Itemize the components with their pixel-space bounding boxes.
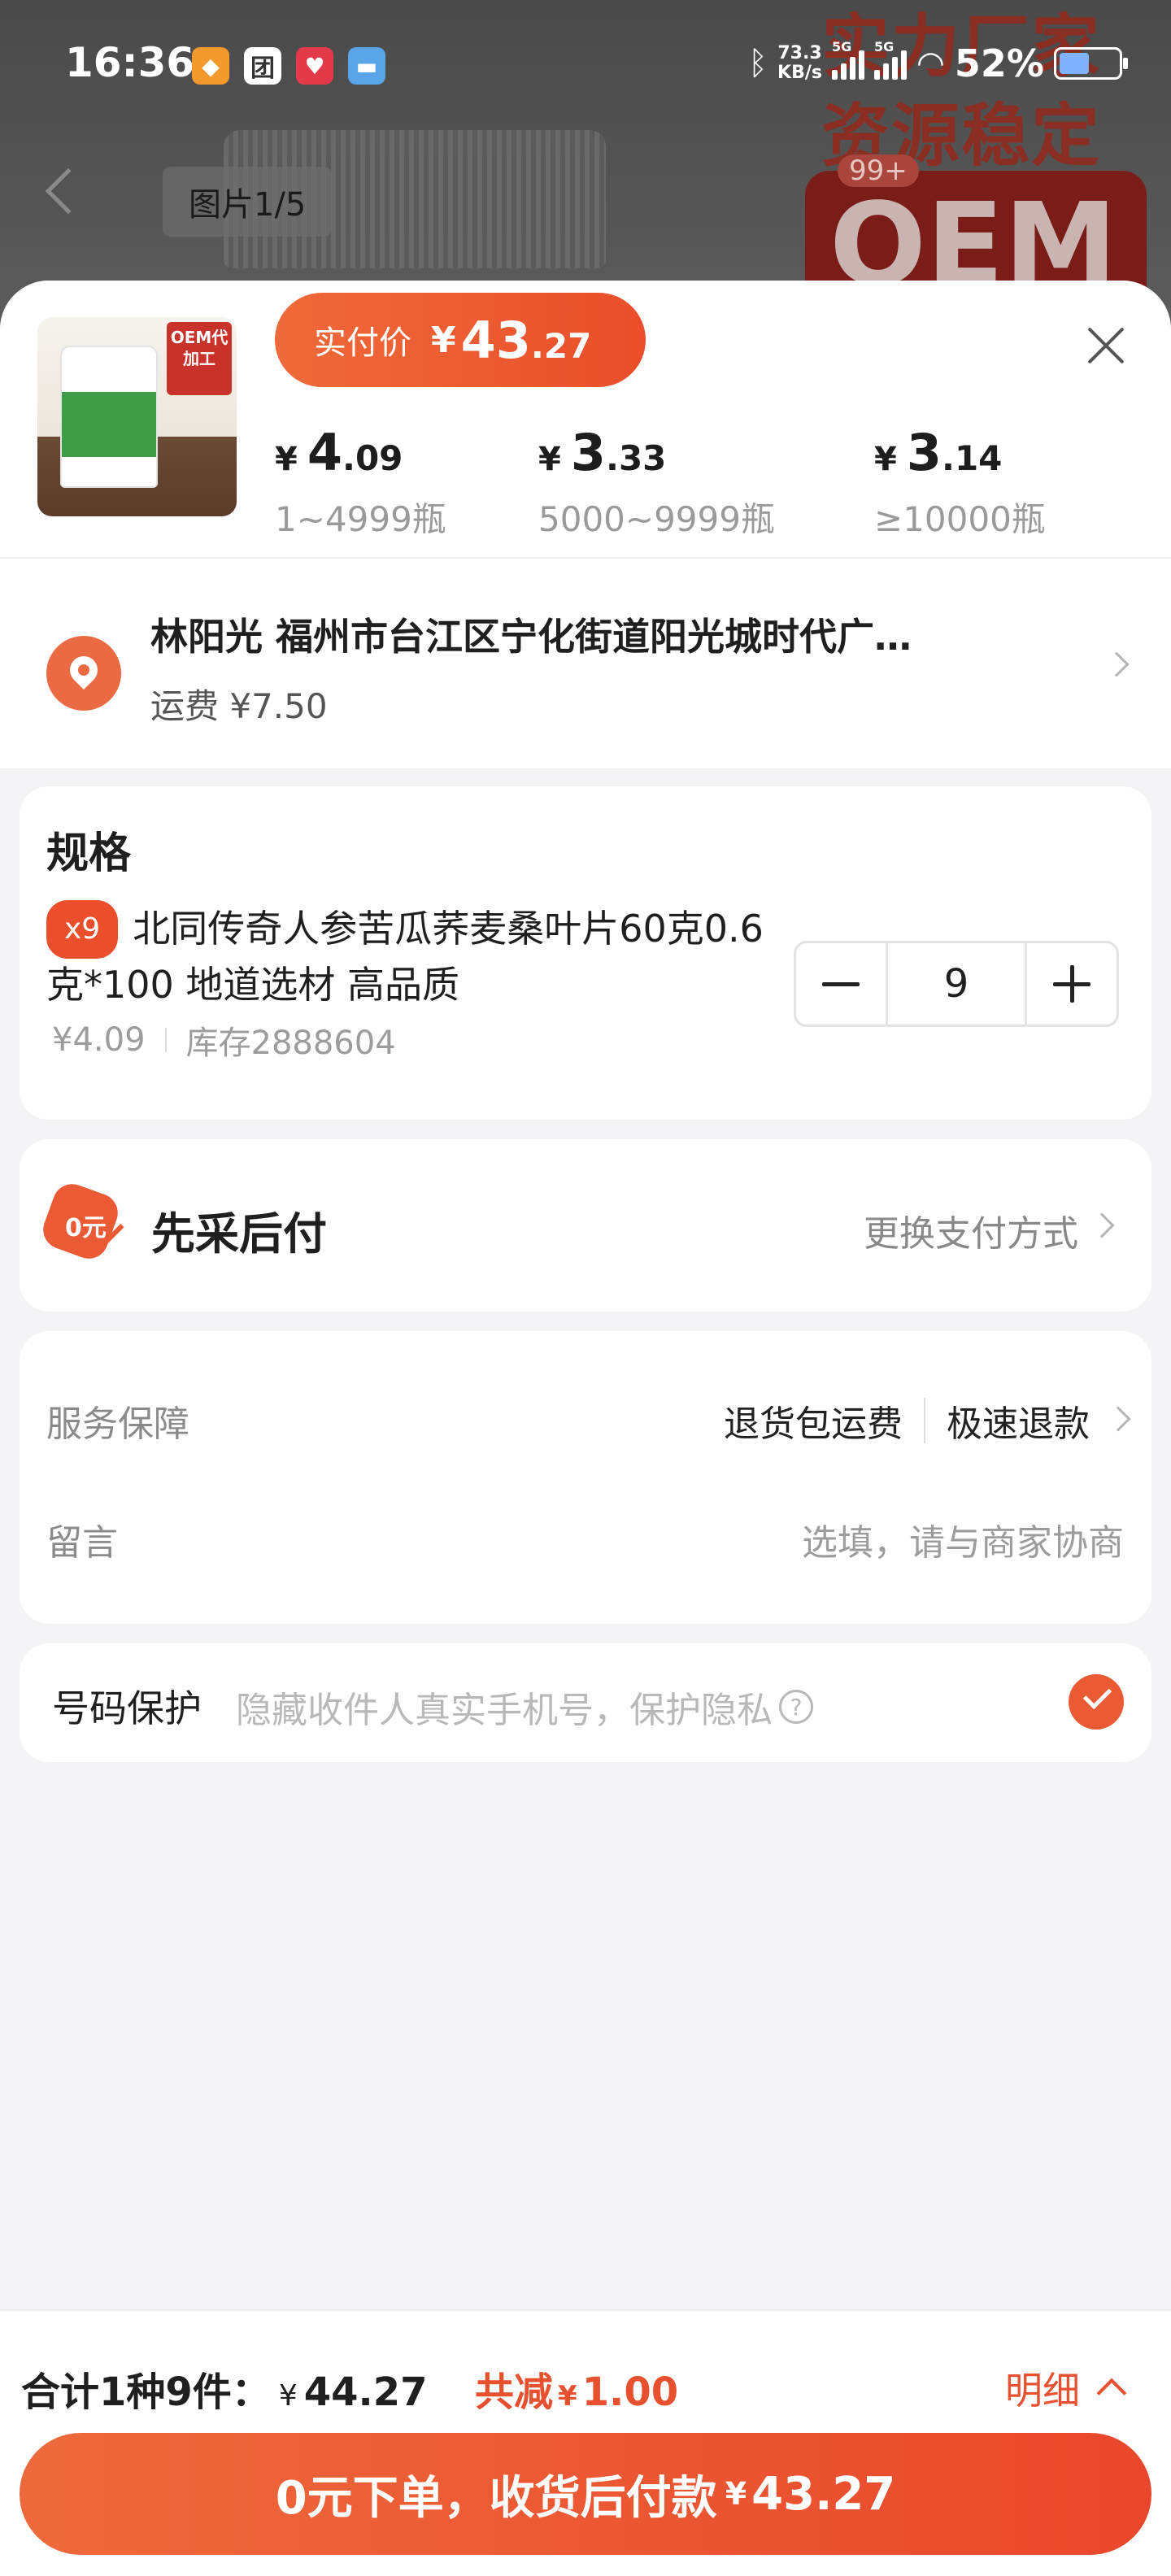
note-label: 留言: [46, 1522, 118, 1564]
service-card: 服务保障 退货包运费 极速退款 留言 选填，请与商家协商: [20, 1331, 1151, 1624]
spec-card: 规格 x9 北同传奇人参苦瓜荞麦桑叶片60克0.6克*100 地道选材 高品质 ¥…: [20, 786, 1151, 1120]
note-input[interactable]: 选填，请与商家协商: [802, 1513, 1124, 1565]
location-pin-icon: [46, 636, 121, 711]
detail-button[interactable]: 明细: [1005, 2361, 1127, 2415]
number-protect-checkbox[interactable]: [1069, 1674, 1124, 1730]
price-tier: ¥3.33 5000~9999瓶: [538, 423, 775, 539]
number-protect-desc: 隐藏收件人真实手机号，保护隐私 ?: [236, 1681, 813, 1733]
order-sheet: OEM代加工 实付价 ¥ 43 .27 ¥4.09 1~4999瓶 ¥3.33 …: [0, 281, 1171, 2576]
status-time: 16:36: [65, 39, 195, 86]
product-thumbnail[interactable]: OEM代加工: [37, 317, 237, 516]
wallet-app-icon: ▬: [348, 47, 385, 85]
battery-percent: 52%: [954, 41, 1044, 85]
service-items[interactable]: 退货包运费 极速退款: [724, 1395, 1090, 1447]
status-bar: 16:36 ◆ 团 ♥ ▬ ᛒ 73.3 KB/s 5G 5G ◠ 52%: [0, 0, 1171, 130]
signal-icon: 5G: [831, 39, 864, 80]
checkout-bar: 合计1种9件： ¥44.27 共减 ¥ 1.00 明细 0元下单，收货后付款 ¥…: [0, 2309, 1171, 2576]
minus-icon: [822, 981, 860, 986]
payment-title: 先采后付: [151, 1208, 327, 1260]
actual-price-pill: 实付价 ¥ 43 .27: [275, 293, 646, 387]
unit-price: ¥4.09: [52, 1021, 146, 1059]
image-counter: 图片1/5: [163, 167, 333, 237]
price-tier: ¥3.14 ≥10000瓶: [874, 423, 1046, 539]
price-tier: ¥4.09 1~4999瓶: [275, 423, 446, 539]
number-protect-label: 号码保护: [52, 1686, 202, 1730]
bluetooth-icon: ᛒ: [748, 45, 768, 82]
increase-button[interactable]: [1027, 943, 1117, 1025]
battery-icon: [1054, 47, 1128, 80]
change-payment-button[interactable]: 更换支付方式: [864, 1204, 1078, 1256]
decrease-button[interactable]: [796, 943, 886, 1025]
number-protect-card: 号码保护 隐藏收件人真实手机号，保护隐私 ?: [20, 1643, 1151, 1762]
help-icon[interactable]: ?: [779, 1690, 813, 1724]
stock: 库存2888604: [185, 1025, 396, 1062]
fast-refund-badge: 极速退款: [947, 1403, 1090, 1445]
chevron-right-icon: [1089, 1212, 1115, 1238]
discount-summary: 共减 ¥ 1.00: [475, 2369, 679, 2415]
total-summary: 合计1种9件： ¥44.27: [21, 2369, 428, 2415]
heart-app-icon: ♥: [296, 47, 333, 85]
address-row[interactable]: 林阳光 福州市台江区宁化街道阳光城时代广… 运费 ¥7.50: [0, 557, 1171, 768]
spec-title: 规格: [46, 829, 132, 878]
close-icon[interactable]: [1082, 321, 1130, 370]
cart-badge[interactable]: 99+: [838, 154, 919, 187]
signal-icon-2: 5G: [873, 39, 907, 80]
spec-name: x9 北同传奇人参苦瓜荞麦桑叶片60克0.6克*100 地道选材 高品质: [46, 900, 794, 1011]
back-arrow-icon[interactable]: [45, 168, 92, 215]
return-shipping-badge: 退货包运费: [724, 1403, 903, 1445]
spec-meta: ¥4.09 库存2888604: [52, 1016, 396, 1064]
service-label: 服务保障: [46, 1403, 189, 1445]
shipping-fee: 运费 ¥7.50: [150, 686, 328, 726]
pay-later-icon: 0元: [37, 1178, 125, 1266]
thumb-oem-badge: OEM代加工: [167, 322, 232, 395]
address-title: 林阳光 福州市台江区宁化街道阳光城时代广…: [150, 615, 912, 659]
quantity-value[interactable]: 9: [886, 943, 1027, 1025]
net-speed: 73.3 KB/s: [777, 43, 822, 83]
chevron-right-icon: [1104, 651, 1130, 677]
chevron-up-icon: [1096, 2378, 1127, 2408]
qty-badge: x9: [46, 900, 119, 959]
place-order-button[interactable]: 0元下单，收货后付款 ¥ 43.27: [20, 2433, 1151, 2555]
wifi-icon: ◠: [916, 45, 945, 82]
group-app-icon: 团: [244, 47, 281, 85]
chevron-right-icon: [1105, 1406, 1131, 1432]
product-header: OEM代加工 实付价 ¥ 43 .27 ¥4.09 1~4999瓶 ¥3.33 …: [0, 281, 1171, 557]
quantity-stepper[interactable]: 9: [794, 941, 1119, 1027]
app-notification-icon: ◆: [192, 47, 229, 85]
payment-card[interactable]: 0元 先采后付 更换支付方式: [20, 1139, 1151, 1312]
